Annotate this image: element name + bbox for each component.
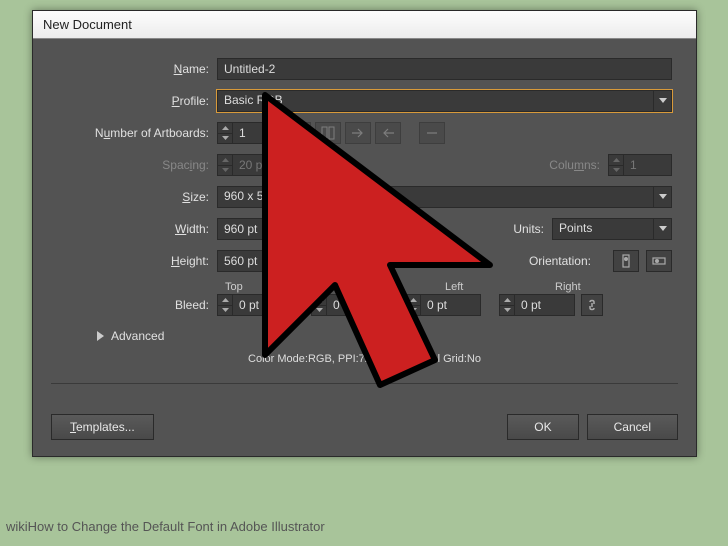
chevron-down-icon: [410, 308, 417, 312]
chevron-down-icon: [222, 308, 229, 312]
name-label: Name:: [57, 62, 217, 76]
chevron-down-icon: [222, 168, 229, 172]
artboards-label: Number of Artboards:: [57, 126, 217, 140]
bleed-right-up[interactable]: [500, 295, 514, 305]
bleed-top-label: Top: [225, 281, 285, 293]
columns-stepper: [608, 154, 672, 176]
width-label: Width:: [57, 222, 217, 236]
bleed-left-down[interactable]: [406, 305, 420, 316]
cancel-button[interactable]: Cancel: [587, 414, 678, 440]
ok-button[interactable]: OK: [507, 414, 578, 440]
units-dropdown-btn[interactable]: [654, 218, 672, 240]
chevron-down-icon: [316, 308, 323, 312]
bleed-bottom-up[interactable]: [312, 295, 326, 305]
chevron-down-icon: [659, 98, 667, 104]
orientation-label: Orientation:: [509, 254, 599, 268]
bleed-top-stepper[interactable]: [217, 294, 293, 316]
bleed-left-label: Left: [445, 281, 505, 293]
titlebar[interactable]: New Document: [33, 11, 696, 39]
orientation-landscape-icon[interactable]: [646, 250, 672, 272]
width-input[interactable]: [217, 218, 317, 240]
advanced-toggle[interactable]: Advanced: [97, 329, 672, 343]
chevron-up-icon: [222, 298, 229, 302]
bleed-bottom-stepper[interactable]: [311, 294, 387, 316]
profile-label: Profile:: [57, 94, 217, 108]
dialog-title: New Document: [43, 17, 132, 32]
chevron-down-icon: [659, 226, 667, 232]
bleed-right-down[interactable]: [500, 305, 514, 316]
watermark: wikiHow to Change the Default Font in Ad…: [0, 517, 331, 536]
spacing-label: Spacing:: [57, 158, 217, 172]
bleed-top-down[interactable]: [218, 305, 232, 316]
bleed-right-input[interactable]: [515, 294, 575, 316]
units-value: Points: [552, 218, 654, 240]
chevron-up-icon: [613, 158, 620, 162]
profile-value: Basic RGB: [217, 90, 654, 112]
grid-by-column-icon[interactable]: [315, 122, 341, 144]
chevron-up-icon: [222, 126, 229, 130]
bleed-bottom-down[interactable]: [312, 305, 326, 316]
bleed-top-input[interactable]: [233, 294, 293, 316]
triangle-right-icon: [97, 331, 105, 341]
bleed-link-icon[interactable]: [581, 294, 603, 316]
bleed-left-stepper[interactable]: [405, 294, 481, 316]
chevron-down-icon: [222, 136, 229, 140]
grid-by-row-icon[interactable]: [285, 122, 311, 144]
spacing-down: [218, 165, 232, 176]
artboards-stepper[interactable]: [217, 122, 281, 144]
size-value: 960 x 560: [217, 186, 654, 208]
info-line: Color Mode:RGB, PPI:72, Align to Pixel G…: [57, 353, 672, 365]
columns-label: Columns:: [528, 158, 608, 172]
spacing-input: [233, 154, 313, 176]
units-dropdown[interactable]: Points: [552, 218, 672, 240]
artboards-up[interactable]: [218, 123, 232, 133]
artboards-input[interactable]: [233, 122, 281, 144]
columns-up: [609, 155, 623, 165]
bleed-label: Bleed:: [57, 298, 217, 312]
size-dropdown-btn[interactable]: [654, 186, 672, 208]
profile-dropdown-btn[interactable]: [654, 90, 672, 112]
chevron-up-icon: [410, 298, 417, 302]
units-label: Units:: [492, 222, 552, 236]
arrange-custom-icon[interactable]: [419, 122, 445, 144]
bleed-right-label: Right: [555, 281, 615, 293]
columns-input: [624, 154, 672, 176]
arrange-left-icon[interactable]: [375, 122, 401, 144]
templates-button[interactable]: Templates...: [51, 414, 154, 440]
bleed-bottom-input[interactable]: [327, 294, 387, 316]
orientation-portrait-icon[interactable]: [613, 250, 639, 272]
columns-down: [609, 165, 623, 176]
chevron-up-icon: [316, 298, 323, 302]
name-input[interactable]: [217, 58, 672, 80]
bleed-right-stepper[interactable]: [499, 294, 575, 316]
chevron-up-icon: [222, 158, 229, 162]
separator: [51, 383, 678, 384]
chevron-down-icon: [659, 194, 667, 200]
form-area: Name: Profile: Basic RGB Number of Artbo…: [33, 39, 696, 404]
arrange-right-icon[interactable]: [345, 122, 371, 144]
profile-dropdown[interactable]: Basic RGB: [217, 90, 672, 112]
height-input[interactable]: [217, 250, 317, 272]
spacing-up: [218, 155, 232, 165]
size-label: Size:: [57, 190, 217, 204]
bleed-left-up[interactable]: [406, 295, 420, 305]
size-dropdown[interactable]: 960 x 560: [217, 186, 672, 208]
chevron-down-icon: [504, 308, 511, 312]
chevron-down-icon: [613, 168, 620, 172]
chevron-up-icon: [504, 298, 511, 302]
artboards-down[interactable]: [218, 133, 232, 144]
bleed-left-input[interactable]: [421, 294, 481, 316]
spacing-stepper: [217, 154, 313, 176]
new-document-dialog: New Document Name: Profile: Basic RGB Nu…: [32, 10, 697, 457]
bleed-top-up[interactable]: [218, 295, 232, 305]
advanced-label: Advanced: [111, 329, 164, 343]
bleed-bottom-label: Bottom: [335, 281, 395, 293]
height-label: Height:: [57, 254, 217, 268]
